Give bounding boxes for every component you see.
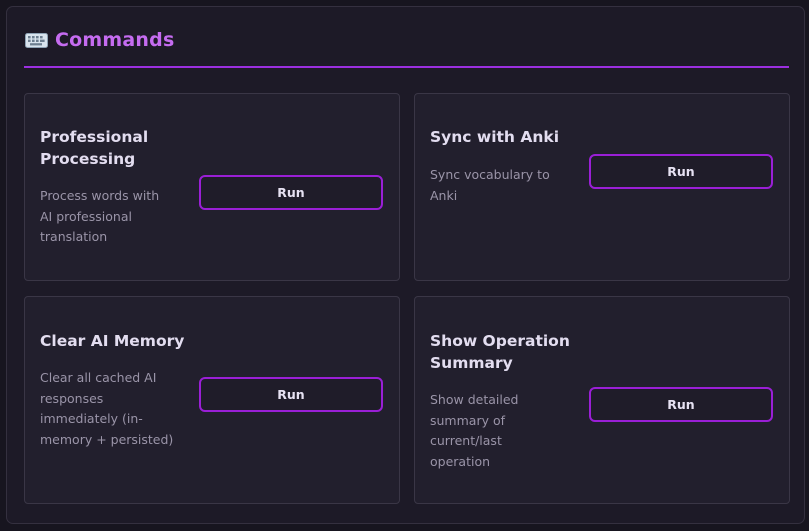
run-clear-ai-memory-button[interactable]: Run [199,377,383,412]
run-sync-anki-button[interactable]: Run [589,154,773,189]
command-description: Show detailed summary of current/last op… [430,392,519,469]
command-card-professional-processing: Professional Processing Process words wi… [24,93,400,281]
command-card-sync-anki: Sync with Anki Sync vocabulary to Anki R… [414,93,790,281]
commands-panel: Commands Professional Processing Process… [6,6,805,524]
command-description: Process words with AI professional trans… [40,188,160,244]
command-card-show-operation-summary: Show Operation Summary Show detailed sum… [414,296,790,504]
command-card-clear-ai-memory: Clear AI Memory Clear all cached AI resp… [24,296,400,504]
command-title: Professional Processing [40,128,149,168]
command-title: Show Operation Summary [430,332,570,372]
command-description: Clear all cached AI responses immediatel… [40,370,174,447]
keyboard-icon [25,32,48,48]
command-description: Sync vocabulary to Anki [430,167,550,203]
run-professional-processing-button[interactable]: Run [199,175,383,210]
header-divider [24,66,789,68]
run-show-operation-summary-button[interactable]: Run [589,387,773,422]
panel-header: Commands [25,27,174,53]
panel-title: Commands [55,29,175,51]
command-title: Clear AI Memory [40,332,185,350]
command-title: Sync with Anki [430,128,560,146]
